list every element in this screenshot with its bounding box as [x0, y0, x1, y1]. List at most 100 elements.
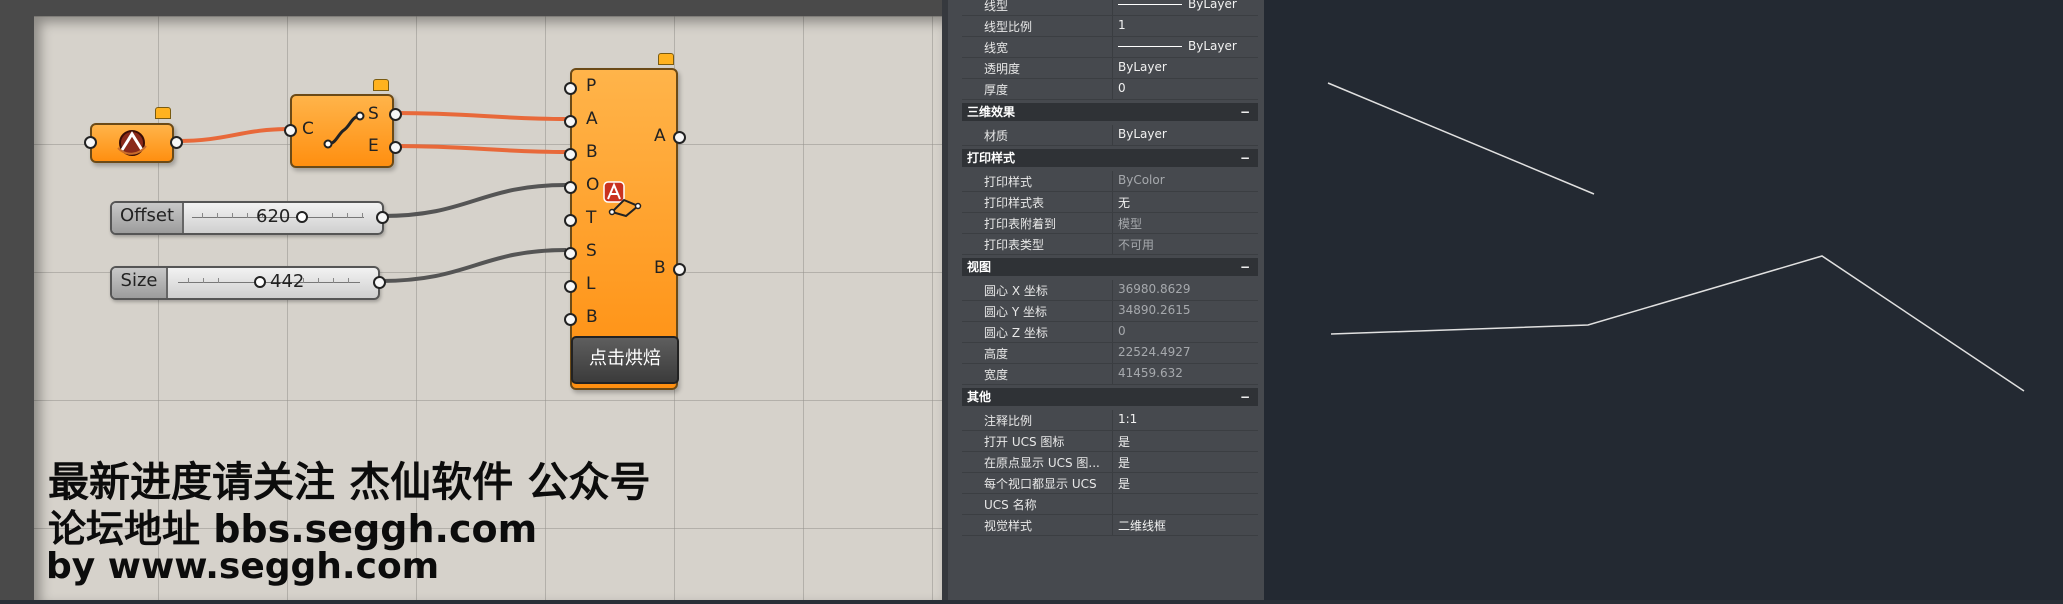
- collapse-icon[interactable]: −: [1240, 149, 1250, 167]
- curve-param-input-port[interactable]: [84, 136, 97, 149]
- size-slider-knob[interactable]: [254, 276, 266, 288]
- property-value[interactable]: ByLayer: [1118, 39, 1237, 53]
- line-preview-icon: [1118, 46, 1182, 47]
- property-value[interactable]: ByLayer: [1118, 60, 1167, 74]
- property-key: 打印表类型: [984, 238, 1045, 252]
- property-row[interactable]: 高度 22524.4927: [962, 343, 1258, 364]
- property-row[interactable]: 打印表类型 不可用: [962, 234, 1258, 255]
- input-p-port[interactable]: [564, 82, 577, 95]
- property-row[interactable]: 打开 UCS 图标 是: [962, 431, 1258, 452]
- property-row[interactable]: 圆心 Y 坐标 34890.2615: [962, 301, 1258, 322]
- property-value[interactable]: 是: [1118, 454, 1130, 471]
- collapse-icon[interactable]: −: [1240, 258, 1250, 276]
- output-a-port[interactable]: [673, 131, 686, 144]
- property-value[interactable]: 二维线框: [1118, 517, 1166, 534]
- property-value[interactable]: 0: [1118, 324, 1126, 338]
- property-row[interactable]: 圆心 Z 坐标 0: [962, 322, 1258, 343]
- size-slider[interactable]: Size 442: [110, 266, 380, 300]
- property-top-row[interactable]: 透明度 ByLayer: [962, 58, 1258, 79]
- wire-e-to-b: [395, 144, 567, 154]
- property-row[interactable]: UCS 名称: [962, 494, 1258, 515]
- collapse-icon[interactable]: −: [1240, 388, 1250, 406]
- input-l-port[interactable]: [564, 280, 577, 293]
- property-top-row[interactable]: 线型 ByLayer: [962, 0, 1258, 16]
- property-row[interactable]: 圆心 X 坐标 36980.8629: [962, 280, 1258, 301]
- wire-offset-to-o: [381, 183, 567, 218]
- section-header[interactable]: 三维效果 −: [962, 103, 1258, 121]
- curve-param-output-port[interactable]: [170, 136, 183, 149]
- input-b2-port[interactable]: [564, 313, 577, 326]
- offset-slider-knob[interactable]: [296, 211, 308, 223]
- property-key: 圆心 X 坐标: [984, 284, 1048, 298]
- property-row[interactable]: 打印样式表 无: [962, 192, 1258, 213]
- property-value[interactable]: 1:1: [1118, 412, 1137, 426]
- offset-slider-value: 620: [256, 206, 291, 227]
- input-s-port[interactable]: [564, 247, 577, 260]
- property-key: 打开 UCS 图标: [984, 435, 1065, 449]
- input-b-port[interactable]: [564, 148, 577, 161]
- property-value[interactable]: 34890.2615: [1118, 303, 1191, 317]
- property-row[interactable]: 在原点显示 UCS 图... 是: [962, 452, 1258, 473]
- property-key: 注释比例: [984, 414, 1033, 428]
- endpoints-node[interactable]: C S E: [290, 94, 394, 168]
- offset-slider[interactable]: Offset 620: [110, 201, 384, 235]
- property-key: 高度: [984, 347, 1009, 361]
- property-value[interactable]: 1: [1118, 18, 1126, 32]
- property-key: 在原点显示 UCS 图...: [984, 456, 1100, 470]
- property-value[interactable]: ByLayer: [1118, 127, 1167, 141]
- line-preview-icon: [1118, 4, 1182, 5]
- cad-line-1: [1327, 82, 1595, 195]
- curve-param-node[interactable]: [90, 123, 174, 163]
- property-row[interactable]: 注释比例 1:1: [962, 410, 1258, 431]
- property-value[interactable]: ByColor: [1118, 173, 1165, 187]
- section-header[interactable]: 其他 −: [962, 388, 1258, 406]
- cad-drawing: [1327, 82, 2025, 392]
- offset-slider-output-port[interactable]: [376, 211, 389, 224]
- section-header[interactable]: 打印样式 −: [962, 149, 1258, 167]
- property-value[interactable]: 41459.632: [1118, 366, 1183, 380]
- property-key: 线宽: [984, 41, 1009, 55]
- property-value[interactable]: ByLayer: [1118, 0, 1237, 11]
- property-top-row[interactable]: 线宽 ByLayer: [962, 37, 1258, 58]
- endpoints-input-c-port[interactable]: [284, 124, 297, 137]
- property-value[interactable]: 36980.8629: [1118, 282, 1191, 296]
- endpoints-output-e-port[interactable]: [389, 141, 402, 154]
- property-top-row[interactable]: 线型比例 1: [962, 16, 1258, 37]
- property-value[interactable]: 不可用: [1118, 236, 1154, 253]
- input-o-port[interactable]: [564, 181, 577, 194]
- input-l-label: L: [586, 274, 596, 294]
- property-key: 透明度: [984, 62, 1021, 76]
- overlay-line-2: 论坛地址 bbs.seggh.com: [48, 507, 538, 551]
- size-slider-name: Size: [112, 268, 168, 298]
- output-b-port[interactable]: [673, 263, 686, 276]
- cad-viewport[interactable]: [1264, 0, 2063, 600]
- section-header[interactable]: 视图 −: [962, 258, 1258, 276]
- collapse-icon[interactable]: −: [1240, 103, 1250, 121]
- property-row[interactable]: 宽度 41459.632: [962, 364, 1258, 385]
- endpoints-output-e-label: E: [368, 136, 379, 156]
- input-a-port[interactable]: [564, 115, 577, 128]
- size-slider-value: 442: [270, 271, 305, 292]
- property-value[interactable]: 22524.4927: [1118, 345, 1191, 359]
- input-t-port[interactable]: [564, 214, 577, 227]
- endpoints-output-s-port[interactable]: [389, 108, 402, 121]
- property-value[interactable]: 0: [1118, 81, 1126, 95]
- property-key: 线型: [984, 0, 1009, 13]
- bake-button[interactable]: 点击烘焙: [571, 336, 679, 384]
- input-b2-label: B: [586, 307, 598, 327]
- property-key: 线型比例: [984, 20, 1033, 34]
- property-top-row[interactable]: 厚度 0: [962, 79, 1258, 100]
- property-value[interactable]: 是: [1118, 433, 1130, 450]
- property-row[interactable]: 打印样式 ByColor: [962, 171, 1258, 192]
- property-value[interactable]: 是: [1118, 475, 1130, 492]
- property-row[interactable]: 材质 ByLayer: [962, 125, 1258, 146]
- property-value[interactable]: 无: [1118, 194, 1130, 211]
- offset-slider-name: Offset: [112, 203, 184, 233]
- property-row[interactable]: 每个视口都显示 UCS 是: [962, 473, 1258, 494]
- property-row[interactable]: 视觉样式 二维线框: [962, 515, 1258, 536]
- size-slider-track[interactable]: [178, 278, 360, 283]
- property-row[interactable]: 打印表附着到 模型: [962, 213, 1258, 234]
- input-o-label: O: [586, 175, 600, 195]
- property-value[interactable]: 模型: [1118, 215, 1142, 232]
- size-slider-output-port[interactable]: [373, 276, 386, 289]
